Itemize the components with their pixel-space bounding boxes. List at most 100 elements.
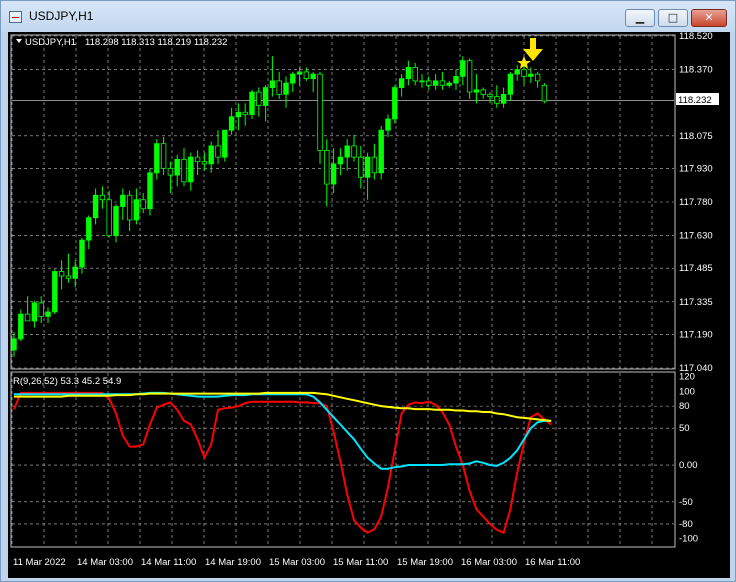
price-tick-label: 118.520 xyxy=(679,32,713,42)
symbol-dropdown-icon[interactable] xyxy=(16,39,22,43)
candle-body xyxy=(242,111,248,115)
time-tick-label: 16 Mar 11:00 xyxy=(525,557,580,568)
candle-body xyxy=(473,89,480,93)
candle-body xyxy=(534,73,541,82)
chart-window-icon xyxy=(9,11,22,23)
candle-body xyxy=(330,163,337,185)
price-tick-label: 117.485 xyxy=(679,263,713,274)
candle-body xyxy=(256,91,262,106)
candle-body xyxy=(92,194,99,219)
candle-body xyxy=(337,156,344,165)
price-tick-label: 117.930 xyxy=(679,163,713,174)
candle-body xyxy=(344,145,350,158)
candle-body xyxy=(45,311,51,317)
candle-body xyxy=(208,145,214,165)
price-tick-label: 117.335 xyxy=(679,297,713,308)
maximize-button[interactable]: □ xyxy=(658,9,688,27)
candle-body xyxy=(106,199,112,237)
candle-body xyxy=(324,150,330,185)
candle-body xyxy=(283,82,289,95)
candle-body xyxy=(317,73,323,151)
candle-body xyxy=(426,80,432,86)
candle-body xyxy=(514,69,520,75)
candle-body xyxy=(228,116,235,131)
indicator-label: R(9,26,52) 53.3 45.2 54.9 xyxy=(13,376,121,387)
indicator-tick-label: 50 xyxy=(679,423,690,434)
time-tick-label: 15 Mar 03:00 xyxy=(269,557,325,568)
candle-body xyxy=(99,194,106,201)
candle-body xyxy=(126,194,133,221)
maximize-icon: □ xyxy=(667,11,679,24)
candle-body xyxy=(487,93,493,97)
candle-body xyxy=(18,313,24,340)
indicator-tick-label: 100 xyxy=(679,386,695,397)
indicator-tick-label: 80 xyxy=(679,401,690,412)
candle-body xyxy=(154,143,160,174)
candle-body xyxy=(72,266,78,279)
candle-body xyxy=(466,60,473,93)
candle-body xyxy=(113,206,119,237)
indicator-tick-label: 0.00 xyxy=(679,460,698,471)
chart-svg[interactable]: 118.520 118.370 118.075 117.930 117.780 117.6… xyxy=(8,32,730,578)
candle-body xyxy=(494,96,500,104)
candle-body xyxy=(188,156,194,183)
candle-body xyxy=(521,69,527,77)
price-candles xyxy=(11,56,548,357)
close-button[interactable]: ✕ xyxy=(691,9,727,27)
candle-body xyxy=(194,156,201,163)
candle-body xyxy=(419,80,425,83)
candle-body xyxy=(31,302,38,322)
time-tick-label: 14 Mar 03:00 xyxy=(77,557,133,568)
indicator-tick-label: -100 xyxy=(679,534,698,545)
candle-body xyxy=(235,111,242,118)
time-tick-label: 15 Mar 11:00 xyxy=(333,557,388,568)
price-tick-label: 118.370 xyxy=(679,65,713,76)
candle-body xyxy=(215,145,221,158)
candle-body xyxy=(262,87,269,106)
indicator-tick-label: 120 xyxy=(679,372,695,383)
candle-body xyxy=(58,271,65,277)
candle-body xyxy=(160,143,167,169)
candle-body xyxy=(222,129,228,158)
axes: 118.520 118.370 118.075 117.930 117.780 117.6… xyxy=(10,32,713,568)
candle-body xyxy=(65,275,72,279)
chart-area[interactable]: 118.520 118.370 118.075 117.930 117.780 117.6… xyxy=(8,32,730,578)
candle-body xyxy=(507,73,514,95)
price-tick-label: 118.075 xyxy=(679,131,713,142)
title-bar[interactable]: USDJPY,H1 ▁ □ ✕ xyxy=(1,1,735,33)
candle-body xyxy=(446,82,452,86)
candle-body xyxy=(269,80,276,88)
indicator-tick-label: -50 xyxy=(679,497,693,508)
candle-body xyxy=(500,93,507,104)
candle-body xyxy=(432,80,439,86)
candle-body xyxy=(147,172,153,210)
candle-body xyxy=(52,271,58,313)
time-tick-label: 14 Mar 19:00 xyxy=(205,557,261,568)
window-title: USDJPY,H1 xyxy=(29,9,94,23)
candle-body xyxy=(249,91,255,115)
minimize-icon: ▁ xyxy=(635,11,645,24)
price-tick-label: 117.780 xyxy=(679,197,713,208)
candle-body xyxy=(79,239,85,268)
candle-body xyxy=(385,118,391,131)
candle-body xyxy=(86,217,92,241)
price-tick-label: 117.630 xyxy=(679,231,713,242)
candle-body xyxy=(310,73,316,80)
candle-body xyxy=(201,161,208,165)
candle-body xyxy=(358,156,364,178)
candle-body xyxy=(453,75,459,84)
candle-body xyxy=(378,129,384,174)
candle-body xyxy=(303,71,310,80)
candle-body xyxy=(38,302,44,317)
chart-window: USDJPY,H1 ▁ □ ✕ 118.520 118.370 118.075 117… xyxy=(0,0,736,582)
minimize-button[interactable]: ▁ xyxy=(625,9,655,27)
candle-body xyxy=(439,80,446,86)
time-tick-label: 16 Mar 03:00 xyxy=(461,557,517,568)
down-arrow-icon xyxy=(523,38,543,61)
candle-body xyxy=(167,167,174,176)
slow-line xyxy=(14,391,552,422)
mid-line xyxy=(14,391,552,470)
candle-body xyxy=(398,78,405,88)
candle-body xyxy=(120,194,126,207)
chart-symbol: USDJPY,H1 xyxy=(25,37,76,48)
